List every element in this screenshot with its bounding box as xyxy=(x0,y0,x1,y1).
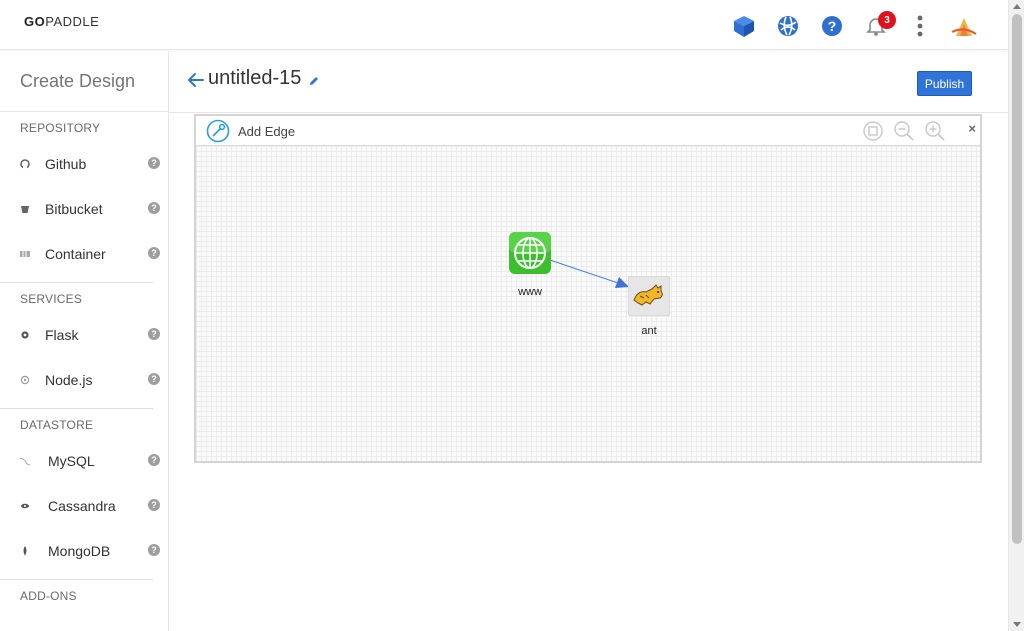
sidebar-item-cassandra[interactable]: Cassandra ? xyxy=(0,483,168,528)
help-icon[interactable]: ? xyxy=(810,10,854,42)
help-icon[interactable]: ? xyxy=(148,247,160,259)
mongodb-icon xyxy=(18,545,32,556)
page-scrollbar[interactable] xyxy=(1008,0,1024,631)
globe-icon xyxy=(509,232,551,274)
canvas-toolbar: Add Edge × xyxy=(196,116,980,146)
add-edge-button[interactable]: Add Edge xyxy=(206,119,295,143)
sidebar-item-mongodb[interactable]: MongoDB ? xyxy=(0,528,168,573)
mysql-icon xyxy=(18,456,32,466)
more-vertical-icon[interactable] xyxy=(898,10,942,42)
help-icon[interactable]: ? xyxy=(148,202,160,214)
design-title: untitled-15 xyxy=(208,67,302,89)
scroll-up-arrow-icon[interactable] xyxy=(1013,4,1021,9)
sidebar-item-container[interactable]: Container ? xyxy=(0,231,168,276)
bitbucket-icon xyxy=(18,204,32,214)
add-edge-label: Add Edge xyxy=(238,123,296,139)
design-canvas: Add Edge × www ant xyxy=(194,114,982,463)
logo-text: PADDLE xyxy=(45,14,100,29)
help-icon[interactable]: ? xyxy=(148,499,160,511)
sidebar-item-label: Node.js xyxy=(45,371,93,388)
sidebar-item-label: MongoDB xyxy=(48,542,111,559)
top-bar: GOPADDLE ? 3 xyxy=(0,0,1008,50)
sidebar-item-label: Container xyxy=(45,245,106,262)
sidebar: Create Design REPOSITORY Github ? Bitbuc… xyxy=(0,51,169,631)
cube-icon[interactable] xyxy=(722,10,766,42)
edit-pencil-icon[interactable] xyxy=(308,74,320,92)
help-icon[interactable]: ? xyxy=(148,373,160,385)
scroll-down-arrow-icon[interactable] xyxy=(1013,622,1021,627)
section-header-addons: ADD-ONS xyxy=(20,589,77,603)
node-ant[interactable] xyxy=(627,275,671,321)
zoom-out-icon[interactable] xyxy=(893,120,915,142)
sidebar-item-label: Bitbucket xyxy=(45,200,103,217)
add-edge-icon xyxy=(206,119,230,143)
canvas-grid: www ant xyxy=(196,146,980,461)
github-icon xyxy=(18,158,32,169)
sidebar-item-label: Github xyxy=(45,155,87,172)
help-icon[interactable]: ? xyxy=(148,544,160,556)
sidebar-item-label: MySQL xyxy=(48,452,95,469)
zoom-in-icon[interactable] xyxy=(924,120,946,142)
user-avatar[interactable] xyxy=(942,10,986,42)
help-icon[interactable]: ? xyxy=(148,454,160,466)
publish-button[interactable]: Publish xyxy=(917,71,972,96)
back-arrow-icon[interactable] xyxy=(186,70,206,90)
svg-text:?: ? xyxy=(828,18,837,34)
close-canvas-icon[interactable]: × xyxy=(968,121,976,136)
help-icon[interactable]: ? xyxy=(148,328,160,340)
sidebar-item-mysql[interactable]: MySQL ? xyxy=(0,438,168,483)
section-header-repository: REPOSITORY xyxy=(20,121,101,135)
logo-text-bold: GO xyxy=(24,14,46,29)
container-icon xyxy=(18,250,32,258)
section-header-datastore: DATASTORE xyxy=(20,418,94,432)
node-www[interactable] xyxy=(509,232,551,279)
sidebar-item-github[interactable]: Github ? xyxy=(0,141,168,186)
top-icons: ? 3 xyxy=(722,10,986,42)
edge-www-to-ant[interactable] xyxy=(196,146,980,461)
fit-view-icon[interactable] xyxy=(862,120,884,142)
notification-badge: 3 xyxy=(878,11,896,29)
help-icon[interactable]: ? xyxy=(148,157,160,169)
node-label-ant: ant xyxy=(641,325,657,337)
cassandra-icon xyxy=(18,502,32,510)
sidebar-title: Create Design xyxy=(0,51,168,112)
header-divider xyxy=(169,112,1008,113)
network-globe-icon[interactable] xyxy=(766,10,810,42)
node-label-www: www xyxy=(518,286,542,298)
sidebar-item-label: Flask xyxy=(45,326,79,343)
scroll-thumb[interactable] xyxy=(1012,14,1022,544)
notification-bell-icon[interactable]: 3 xyxy=(854,10,898,42)
sidebar-item-bitbucket[interactable]: Bitbucket ? xyxy=(0,186,168,231)
sidebar-item-nodejs[interactable]: Node.js ? xyxy=(0,357,168,402)
nodejs-icon xyxy=(18,375,32,385)
sidebar-item-label: Cassandra xyxy=(48,497,116,514)
tomcat-icon xyxy=(627,275,671,317)
flask-icon xyxy=(18,330,32,340)
logo[interactable]: GOPADDLE xyxy=(24,14,99,29)
section-header-services: SERVICES xyxy=(20,292,83,306)
sidebar-item-flask[interactable]: Flask ? xyxy=(0,312,168,357)
